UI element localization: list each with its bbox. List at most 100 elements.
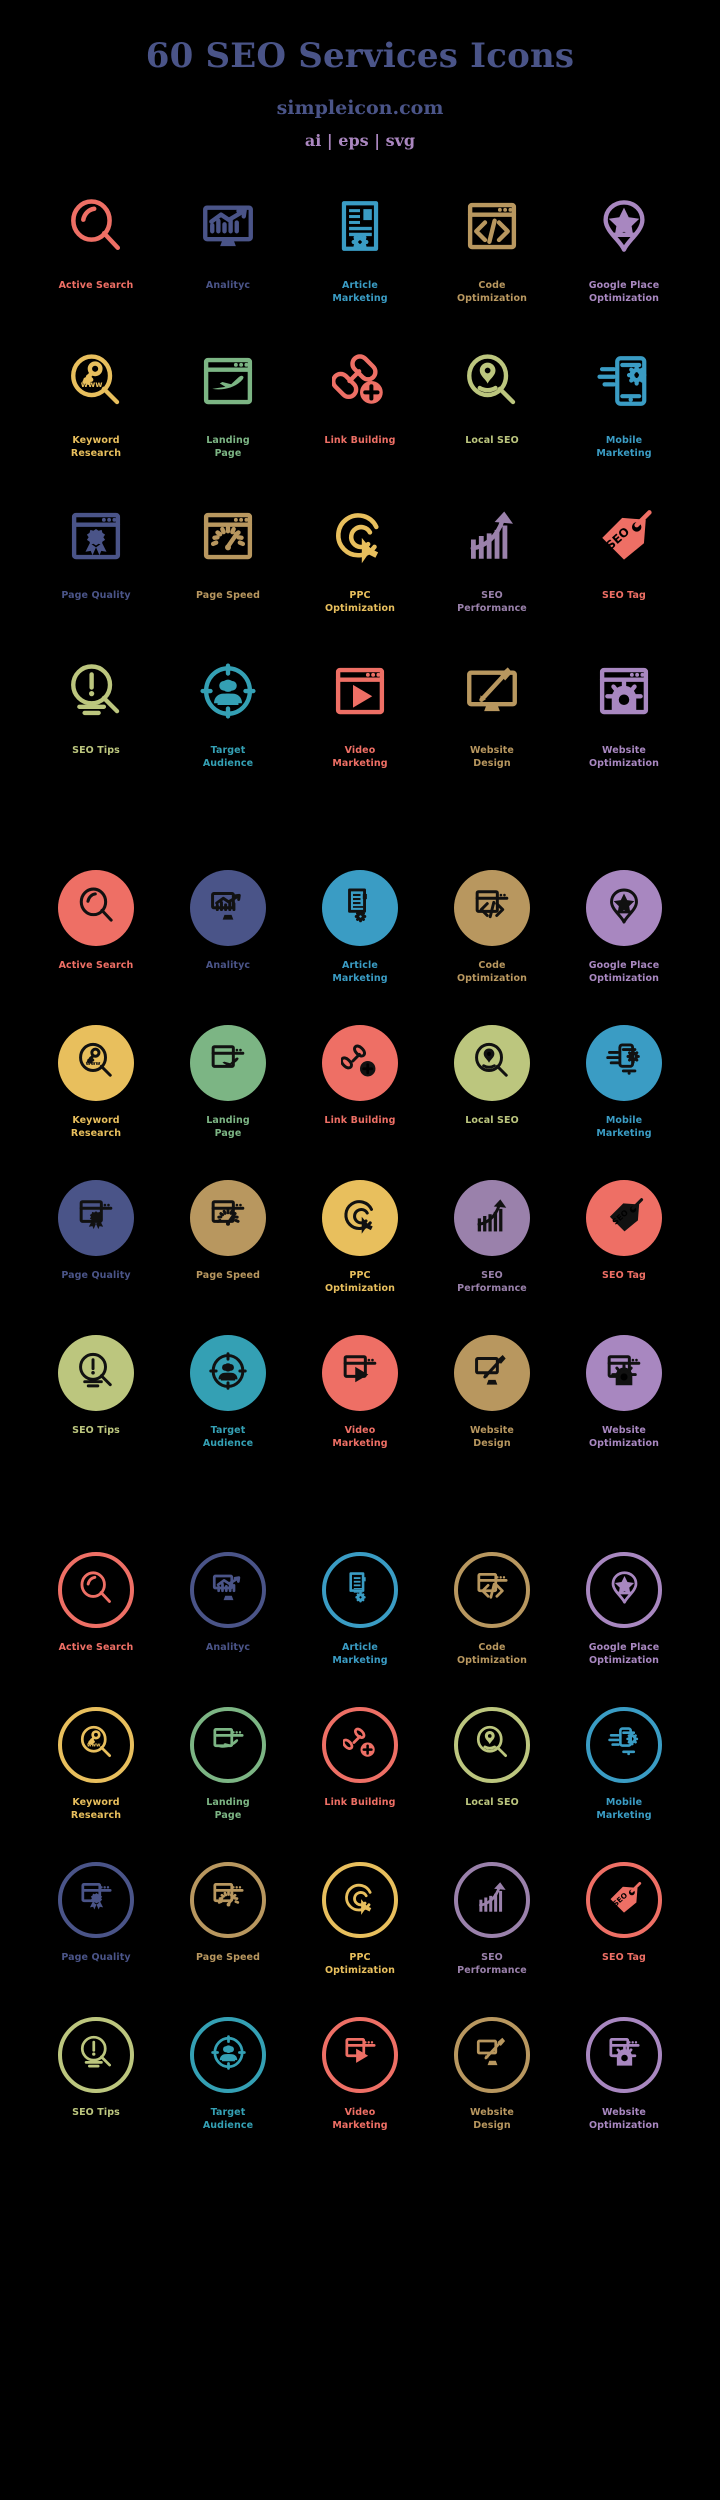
icon-cell-article-marketing[interactable]: Article Marketing: [294, 1546, 426, 1701]
monitor-brush-icon: [464, 663, 520, 724]
icon-cell-analityc[interactable]: Analityc: [162, 184, 294, 339]
icon-cell-landing-page[interactable]: Landing Page: [162, 339, 294, 494]
icon-cell-mobile-marketing[interactable]: Mobile Marketing: [558, 339, 690, 494]
magnifier-key-www-icon: www: [68, 353, 124, 414]
icon-badge-website-optimization: [586, 2011, 662, 2099]
crosshair-people-icon: [209, 1352, 247, 1395]
icon-cell-analityc[interactable]: Analityc: [162, 1546, 294, 1701]
icon-cell-video-marketing[interactable]: Video Marketing: [294, 649, 426, 804]
icon-cell-target-audience[interactable]: Target Audience: [162, 1329, 294, 1484]
monitor-brush-icon: [475, 2035, 510, 2075]
icon-cell-article-marketing[interactable]: Article Marketing: [294, 184, 426, 339]
outline-circle-badge: [454, 1707, 530, 1784]
icon-label-website-optimization: Website Optimization: [588, 2107, 660, 2132]
browser-ribbon-award-icon: [79, 1880, 114, 1920]
icon-cell-target-audience[interactable]: Target Audience: [162, 649, 294, 804]
icon-cell-seo-tips[interactable]: SEO Tips: [30, 1329, 162, 1484]
icon-label-landing-page: Landing Page: [206, 1797, 250, 1822]
icon-cell-website-optimization[interactable]: Website Optimization: [558, 1329, 690, 1484]
icon-cell-landing-page[interactable]: Landing Page: [162, 1019, 294, 1174]
icon-cell-keyword-research[interactable]: www Keyword Research: [30, 1019, 162, 1174]
icon-cell-seo-performance[interactable]: SEO Performance: [426, 1856, 558, 2011]
icon-cell-page-quality[interactable]: Page Quality: [30, 1856, 162, 2011]
icon-cell-active-search[interactable]: Active Search: [30, 1546, 162, 1701]
icon-badge-link-building: [322, 1019, 398, 1107]
icon-cell-website-design[interactable]: Website Design: [426, 1329, 558, 1484]
icon-cell-google-place-optimization[interactable]: Google Place Optimization: [558, 184, 690, 339]
outline-circle-badge: [454, 1862, 530, 1939]
icon-label-video-marketing: Video Marketing: [332, 1425, 388, 1450]
magnifier-key-www-icon: www: [79, 1725, 114, 1765]
icon-cell-page-speed[interactable]: Page Speed: [162, 1856, 294, 2011]
icon-cell-seo-tag[interactable]: SEO SEO Tag: [558, 1174, 690, 1329]
icon-cell-link-building[interactable]: Link Building: [294, 1019, 426, 1174]
icon-cell-code-optimization[interactable]: Code Optimization: [426, 184, 558, 339]
icon-label-keyword-research: Keyword Research: [70, 1115, 122, 1140]
icon-cell-page-quality[interactable]: Page Quality: [30, 494, 162, 649]
price-tag-seo-icon: SEO: [595, 507, 653, 570]
bar-chart-arrow-icon: [473, 1197, 511, 1240]
magnifier-exclamation-icon: [68, 663, 124, 724]
icon-badge-local-seo: [454, 1019, 530, 1107]
icon-cell-website-optimization[interactable]: Website Optimization: [558, 649, 690, 804]
magnifier-exclamation-icon: [77, 1352, 115, 1395]
icon-cell-seo-tips[interactable]: SEO Tips: [30, 649, 162, 804]
icon-cell-website-design[interactable]: Website Design: [426, 2011, 558, 2166]
icon-badge-video-marketing: [332, 649, 388, 737]
monitor-brush-icon: [473, 1352, 511, 1395]
icon-cell-seo-performance[interactable]: SEO Performance: [426, 1174, 558, 1329]
icon-cell-page-quality[interactable]: Page Quality: [30, 1174, 162, 1329]
icon-cell-page-speed[interactable]: Page Speed: [162, 1174, 294, 1329]
icon-cell-active-search[interactable]: Active Search: [30, 184, 162, 339]
outline-circle-badge: [190, 1707, 266, 1784]
icon-badge-google-place-optimization: [586, 1546, 662, 1634]
icon-cell-mobile-marketing[interactable]: Mobile Marketing: [558, 1019, 690, 1174]
icon-cell-ppc-optimization[interactable]: PPC Optimization: [294, 494, 426, 649]
monitor-chart-icon: [209, 887, 247, 930]
icon-grid-solid: Active Search Analityc Article Marketing…: [30, 864, 690, 1484]
icon-cell-video-marketing[interactable]: Video Marketing: [294, 2011, 426, 2166]
icon-cell-google-place-optimization[interactable]: Google Place Optimization: [558, 864, 690, 1019]
smartphone-gear-icon: [605, 1042, 643, 1084]
icon-badge-page-quality: [58, 1856, 134, 1944]
icon-cell-article-marketing[interactable]: Article Marketing: [294, 864, 426, 1019]
icon-cell-seo-tips[interactable]: SEO Tips: [30, 2011, 162, 2166]
icon-cell-target-audience[interactable]: Target Audience: [162, 2011, 294, 2166]
icon-cell-active-search[interactable]: Active Search: [30, 864, 162, 1019]
icon-cell-link-building[interactable]: Link Building: [294, 1701, 426, 1856]
icon-cell-page-speed[interactable]: Page Speed: [162, 494, 294, 649]
icon-cell-website-optimization[interactable]: Website Optimization: [558, 2011, 690, 2166]
target-cursor-icon: [341, 1196, 380, 1240]
icon-cell-local-seo[interactable]: Local SEO: [426, 1701, 558, 1856]
svg-text:www: www: [81, 380, 103, 389]
icon-cell-seo-tag[interactable]: SEO SEO Tag: [558, 1856, 690, 2011]
icon-cell-google-place-optimization[interactable]: Google Place Optimization: [558, 1546, 690, 1701]
icon-cell-seo-tag[interactable]: SEO SEO Tag: [558, 494, 690, 649]
icon-cell-local-seo[interactable]: Local SEO: [426, 339, 558, 494]
icon-label-link-building: Link Building: [324, 1797, 396, 1809]
icon-cell-mobile-marketing[interactable]: Mobile Marketing: [558, 1701, 690, 1856]
icon-cell-ppc-optimization[interactable]: PPC Optimization: [294, 1174, 426, 1329]
icon-badge-local-seo: [454, 1701, 530, 1789]
icon-cell-ppc-optimization[interactable]: PPC Optimization: [294, 1856, 426, 2011]
icon-label-seo-tag: SEO Tag: [602, 1952, 646, 1964]
icon-badge-active-search: [58, 864, 134, 952]
page-title: 60 SEO Services Icons: [145, 36, 575, 76]
icon-cell-video-marketing[interactable]: Video Marketing: [294, 1329, 426, 1484]
icon-cell-landing-page[interactable]: Landing Page: [162, 1701, 294, 1856]
icon-cell-analityc[interactable]: Analityc: [162, 864, 294, 1019]
icon-label-page-quality: Page Quality: [61, 1952, 131, 1964]
icon-cell-seo-performance[interactable]: SEO Performance: [426, 494, 558, 649]
solid-circle-badge: www: [58, 1025, 134, 1102]
icon-cell-link-building[interactable]: Link Building: [294, 339, 426, 494]
icon-badge-landing-page: [190, 1701, 266, 1789]
icon-cell-code-optimization[interactable]: Code Optimization: [426, 864, 558, 1019]
icon-cell-keyword-research[interactable]: www Keyword Research: [30, 1701, 162, 1856]
icon-cell-code-optimization[interactable]: Code Optimization: [426, 1546, 558, 1701]
icon-badge-ppc-optimization: [331, 494, 389, 582]
icon-cell-keyword-research[interactable]: www Keyword Research: [30, 339, 162, 494]
monitor-chart-icon: [211, 1570, 246, 1610]
icon-label-link-building: Link Building: [324, 435, 396, 447]
icon-cell-local-seo[interactable]: Local SEO: [426, 1019, 558, 1174]
icon-cell-website-design[interactable]: Website Design: [426, 649, 558, 804]
